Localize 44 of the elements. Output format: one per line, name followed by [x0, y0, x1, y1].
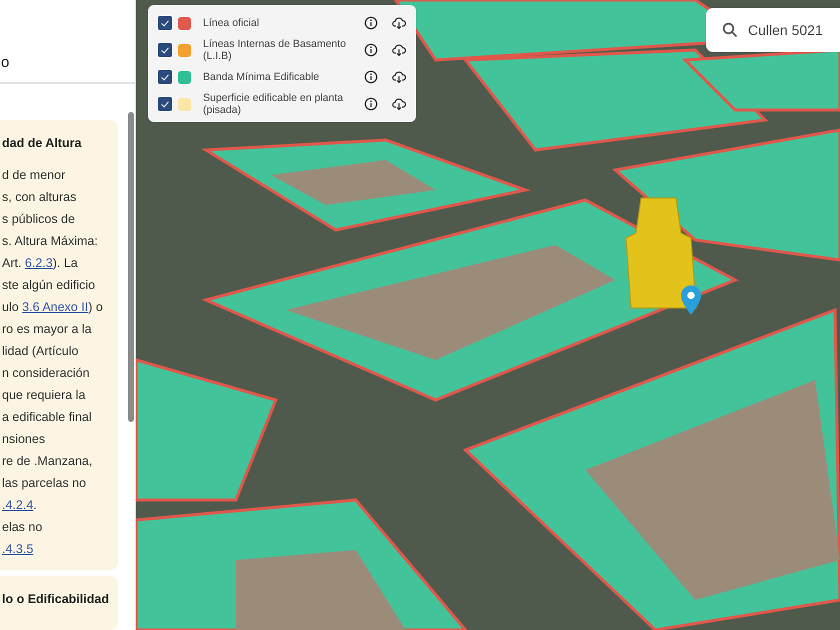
card-title: dad de Altura	[2, 136, 82, 150]
cloud-download-icon[interactable]	[392, 97, 406, 111]
card-title: lo o Edificabilidad	[2, 592, 110, 606]
text-line: d de menor	[2, 167, 66, 184]
layer-checkbox[interactable]	[158, 97, 172, 111]
layer-checkbox[interactable]	[158, 43, 172, 57]
panel-title: o	[1, 54, 10, 71]
info-icon[interactable]	[364, 16, 378, 30]
text-line: que requiera la	[2, 387, 86, 404]
layer-label: Superficie edificable en planta (pisada)	[203, 92, 344, 116]
cloud-download-icon[interactable]	[392, 70, 406, 84]
layer-checkbox[interactable]	[158, 70, 172, 84]
cloud-download-icon[interactable]	[392, 16, 406, 30]
location-pin-icon[interactable]	[680, 284, 702, 316]
text-line: a edificable final	[2, 409, 93, 426]
text-line: s, con alturas	[2, 189, 78, 206]
cloud-download-icon[interactable]	[392, 43, 406, 57]
text-line: elas no	[2, 519, 44, 536]
text-line: ro es mayor a la	[2, 321, 93, 338]
text-line: re de .Manzana,	[2, 453, 94, 470]
layer-label: Líneas Internas de Basamento (L.I.B)	[203, 38, 348, 62]
text-line: lidad (Artículo	[2, 343, 80, 360]
article-link[interactable]: .4.2.4	[2, 498, 34, 512]
text-line: ulo 3.6 Anexo II) o	[2, 299, 104, 316]
search-icon	[722, 22, 738, 38]
scrollbar-thumb[interactable]	[128, 112, 134, 422]
info-icon[interactable]	[364, 97, 378, 111]
text-line: ste algún edificio	[2, 277, 96, 294]
text-line: n consideración	[2, 365, 91, 382]
layer-label: Banda Mínima Edificable	[203, 71, 320, 83]
layer-label: Línea oficial	[203, 17, 260, 29]
info-icon[interactable]	[364, 43, 378, 57]
search-field[interactable]: Cullen 5021	[706, 8, 840, 52]
text-line: s públicos de	[2, 211, 76, 228]
text-line: s. Altura Máxima:	[2, 233, 99, 250]
article-link[interactable]: .4.3.5	[2, 542, 34, 556]
text-line: Art. 6.2.3). La	[2, 255, 79, 272]
info-icon[interactable]	[364, 70, 378, 84]
text-line: .4.2.4.	[2, 497, 38, 514]
text-line: nsiones	[2, 431, 46, 448]
layer-checkbox[interactable]	[158, 16, 172, 30]
article-link[interactable]: 3.6 Anexo II	[22, 300, 88, 314]
text-line: las parcelas no	[2, 475, 88, 492]
article-link[interactable]: 6.2.3	[24, 256, 53, 270]
